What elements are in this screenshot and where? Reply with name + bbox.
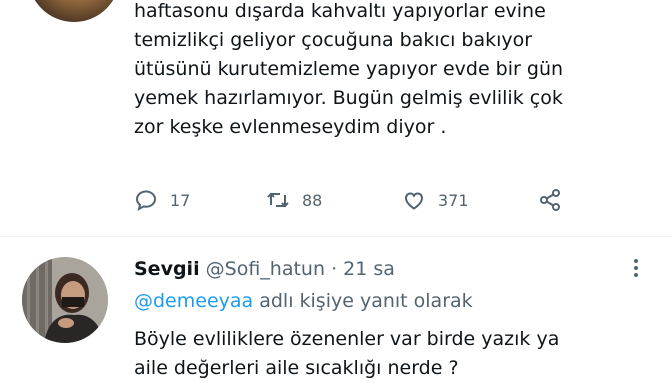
like-count: 371 (438, 190, 469, 210)
like-button[interactable]: 371 (402, 186, 469, 214)
retweet-icon (267, 192, 289, 208)
tweet-actions: 17 88 371 (134, 186, 654, 214)
replying-to-label: adlı kişiye yanıt olarak (253, 290, 473, 312)
reply-display-name[interactable]: Sevgii (134, 258, 200, 280)
reply-text: Böyle evliliklere özenenler var birde ya… (134, 328, 560, 379)
reply-icon (135, 190, 157, 211)
tweet-author-avatar[interactable] (28, 0, 120, 22)
reply-timestamp[interactable]: 21 sa (343, 258, 395, 280)
avatar-photo (22, 257, 108, 343)
share-icon (540, 189, 560, 211)
reply-button[interactable]: 17 (134, 186, 190, 214)
replying-to-mention[interactable]: @demeeyaa (134, 290, 253, 312)
retweet-button[interactable]: 88 (266, 186, 322, 214)
share-button[interactable] (538, 186, 562, 214)
retweet-count: 88 (302, 190, 323, 210)
reply-header: Sevgii @Sofi_hatun · 21 sa (134, 254, 614, 284)
more-options-button[interactable] (626, 256, 646, 280)
reply-author-avatar[interactable] (22, 257, 108, 343)
tweet-text: haftasonu dışarda kahvaltı yapıyorlar ev… (134, 0, 564, 138)
replying-to-line: @demeeyaa adlı kişiye yanıt olarak (134, 286, 473, 316)
reply-handle[interactable]: @Sofi_hatun (206, 258, 325, 280)
reply-count: 17 (170, 190, 191, 210)
tweet-divider (0, 236, 672, 237)
more-icon (634, 259, 638, 277)
like-icon (404, 192, 424, 210)
header-separator: · (331, 258, 338, 280)
